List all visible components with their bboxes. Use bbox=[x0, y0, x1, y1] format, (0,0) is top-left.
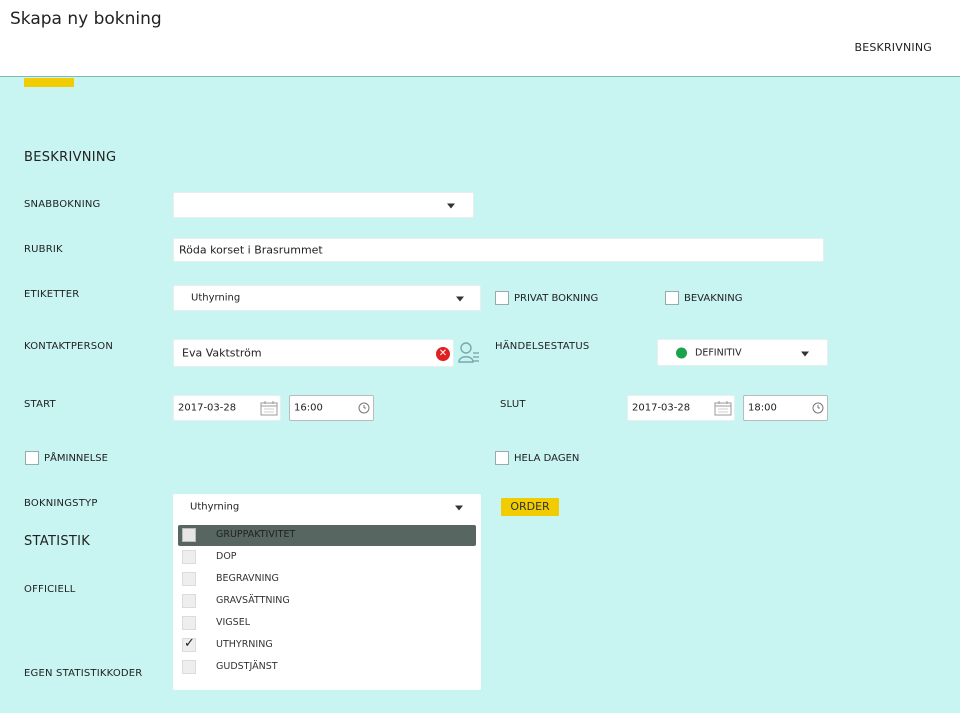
handelsestatus-label: HÄNDELSESTATUS bbox=[495, 341, 590, 352]
rubrik-label: RUBRIK bbox=[24, 244, 63, 255]
etiketter-value: Uthyrning bbox=[191, 292, 241, 304]
kontaktperson-label: KONTAKTPERSON bbox=[24, 341, 114, 352]
option-checkbox[interactable] bbox=[182, 572, 196, 586]
bokningstyp-select[interactable]: Uthyrning bbox=[173, 494, 481, 520]
order-button[interactable]: ORDER bbox=[501, 498, 559, 516]
chevron-down-icon bbox=[801, 351, 809, 356]
hela-dagen-checkbox[interactable] bbox=[495, 451, 509, 465]
bokningstyp-value: Uthyrning bbox=[190, 501, 240, 513]
section-title-statistik: STATISTIK bbox=[24, 534, 91, 549]
tab-beskrivning[interactable]: BESKRIVNING bbox=[854, 41, 932, 54]
slut-label: SLUT bbox=[500, 399, 526, 410]
snabbokning-select[interactable] bbox=[173, 192, 474, 218]
dropdown-option-uthyrning[interactable]: ✓ UTHYRNING bbox=[178, 635, 476, 656]
dropdown-option-gruppaktivitet[interactable]: GRUPPAKTIVITET bbox=[178, 525, 476, 546]
start-date-value: 2017-03-28 bbox=[178, 402, 237, 414]
officiell-label: OFFICIELL bbox=[24, 584, 76, 595]
privat-bokning-label: PRIVAT BOKNING bbox=[514, 293, 599, 304]
start-date-input[interactable]: 2017-03-28 bbox=[173, 395, 281, 421]
chevron-down-icon bbox=[456, 296, 464, 302]
chevron-down-icon bbox=[447, 203, 455, 209]
slut-date-value: 2017-03-28 bbox=[632, 402, 691, 414]
person-lookup-icon[interactable] bbox=[458, 341, 480, 365]
paminnelse-label: PÅMINNELSE bbox=[44, 453, 108, 464]
egen-statistikkoder-label: EGEN STATISTIKKODER bbox=[24, 668, 143, 679]
option-label: DOP bbox=[216, 551, 237, 562]
header-bar: Skapa ny bokning BESKRIVNING bbox=[0, 0, 960, 77]
slut-time-input[interactable]: 18:00 bbox=[743, 395, 828, 421]
option-checkbox[interactable] bbox=[182, 594, 196, 608]
clock-icon[interactable] bbox=[358, 402, 370, 414]
slut-date-input[interactable]: 2017-03-28 bbox=[627, 395, 735, 421]
option-label: GRUPPAKTIVITET bbox=[216, 529, 296, 540]
dropdown-option-gudstjanst[interactable]: GUDSTJÄNST bbox=[178, 657, 476, 678]
kontaktperson-value: Eva Vaktström bbox=[182, 346, 262, 360]
clear-icon[interactable]: ✕ bbox=[436, 347, 450, 361]
start-label: START bbox=[24, 399, 56, 410]
option-checkbox[interactable] bbox=[182, 616, 196, 630]
kontaktperson-input[interactable]: Eva Vaktström ✕ bbox=[173, 339, 454, 367]
check-icon: ✓ bbox=[184, 636, 195, 651]
option-label: GUDSTJÄNST bbox=[216, 661, 278, 672]
paminnelse-checkbox[interactable] bbox=[25, 451, 39, 465]
option-label: GRAVSÄTTNING bbox=[216, 595, 290, 606]
bokningstyp-dropdown: GRUPPAKTIVITET DOP BEGRAVNING GRAVSÄTTNI… bbox=[173, 518, 481, 690]
start-time-value: 16:00 bbox=[294, 402, 323, 414]
handelsestatus-value: DEFINITIV bbox=[695, 347, 742, 358]
dropdown-option-dop[interactable]: DOP bbox=[178, 547, 476, 568]
start-time-input[interactable]: 16:00 bbox=[289, 395, 374, 421]
chevron-down-icon bbox=[455, 505, 463, 511]
option-checkbox[interactable]: ✓ bbox=[182, 636, 196, 652]
bevakning-checkbox[interactable] bbox=[665, 291, 679, 305]
bokningstyp-label: BOKNINGSTYP bbox=[24, 498, 98, 509]
section-title-beskrivning: BESKRIVNING bbox=[24, 150, 117, 165]
calendar-icon[interactable] bbox=[260, 400, 278, 416]
dropdown-option-begravning[interactable]: BEGRAVNING bbox=[178, 569, 476, 590]
bevakning-label: BEVAKNING bbox=[684, 293, 743, 304]
dropdown-option-gravsattning[interactable]: GRAVSÄTTNING bbox=[178, 591, 476, 612]
option-checkbox[interactable] bbox=[182, 660, 196, 674]
etiketter-label: ETIKETTER bbox=[24, 289, 80, 300]
dropdown-option-vigsel[interactable]: VIGSEL bbox=[178, 613, 476, 634]
option-label: BEGRAVNING bbox=[216, 573, 279, 584]
snabbokning-label: SNABBOKNING bbox=[24, 199, 101, 210]
privat-bokning-checkbox[interactable] bbox=[495, 291, 509, 305]
etiketter-select[interactable]: Uthyrning bbox=[173, 285, 481, 311]
handelsestatus-select[interactable]: DEFINITIV bbox=[657, 339, 828, 366]
rubrik-input[interactable]: Röda korset i Brasrummet bbox=[173, 238, 824, 262]
active-tab-indicator bbox=[24, 78, 74, 87]
clock-icon[interactable] bbox=[812, 402, 824, 414]
option-checkbox[interactable] bbox=[182, 550, 196, 564]
calendar-icon[interactable] bbox=[714, 400, 732, 416]
option-label: UTHYRNING bbox=[216, 639, 273, 650]
page-title: Skapa ny bokning bbox=[10, 9, 162, 29]
status-dot-icon bbox=[676, 347, 687, 358]
option-label: VIGSEL bbox=[216, 617, 250, 628]
slut-time-value: 18:00 bbox=[748, 402, 777, 414]
hela-dagen-label: HELA DAGEN bbox=[514, 453, 580, 464]
option-checkbox[interactable] bbox=[182, 528, 196, 542]
rubrik-value: Röda korset i Brasrummet bbox=[179, 243, 323, 257]
